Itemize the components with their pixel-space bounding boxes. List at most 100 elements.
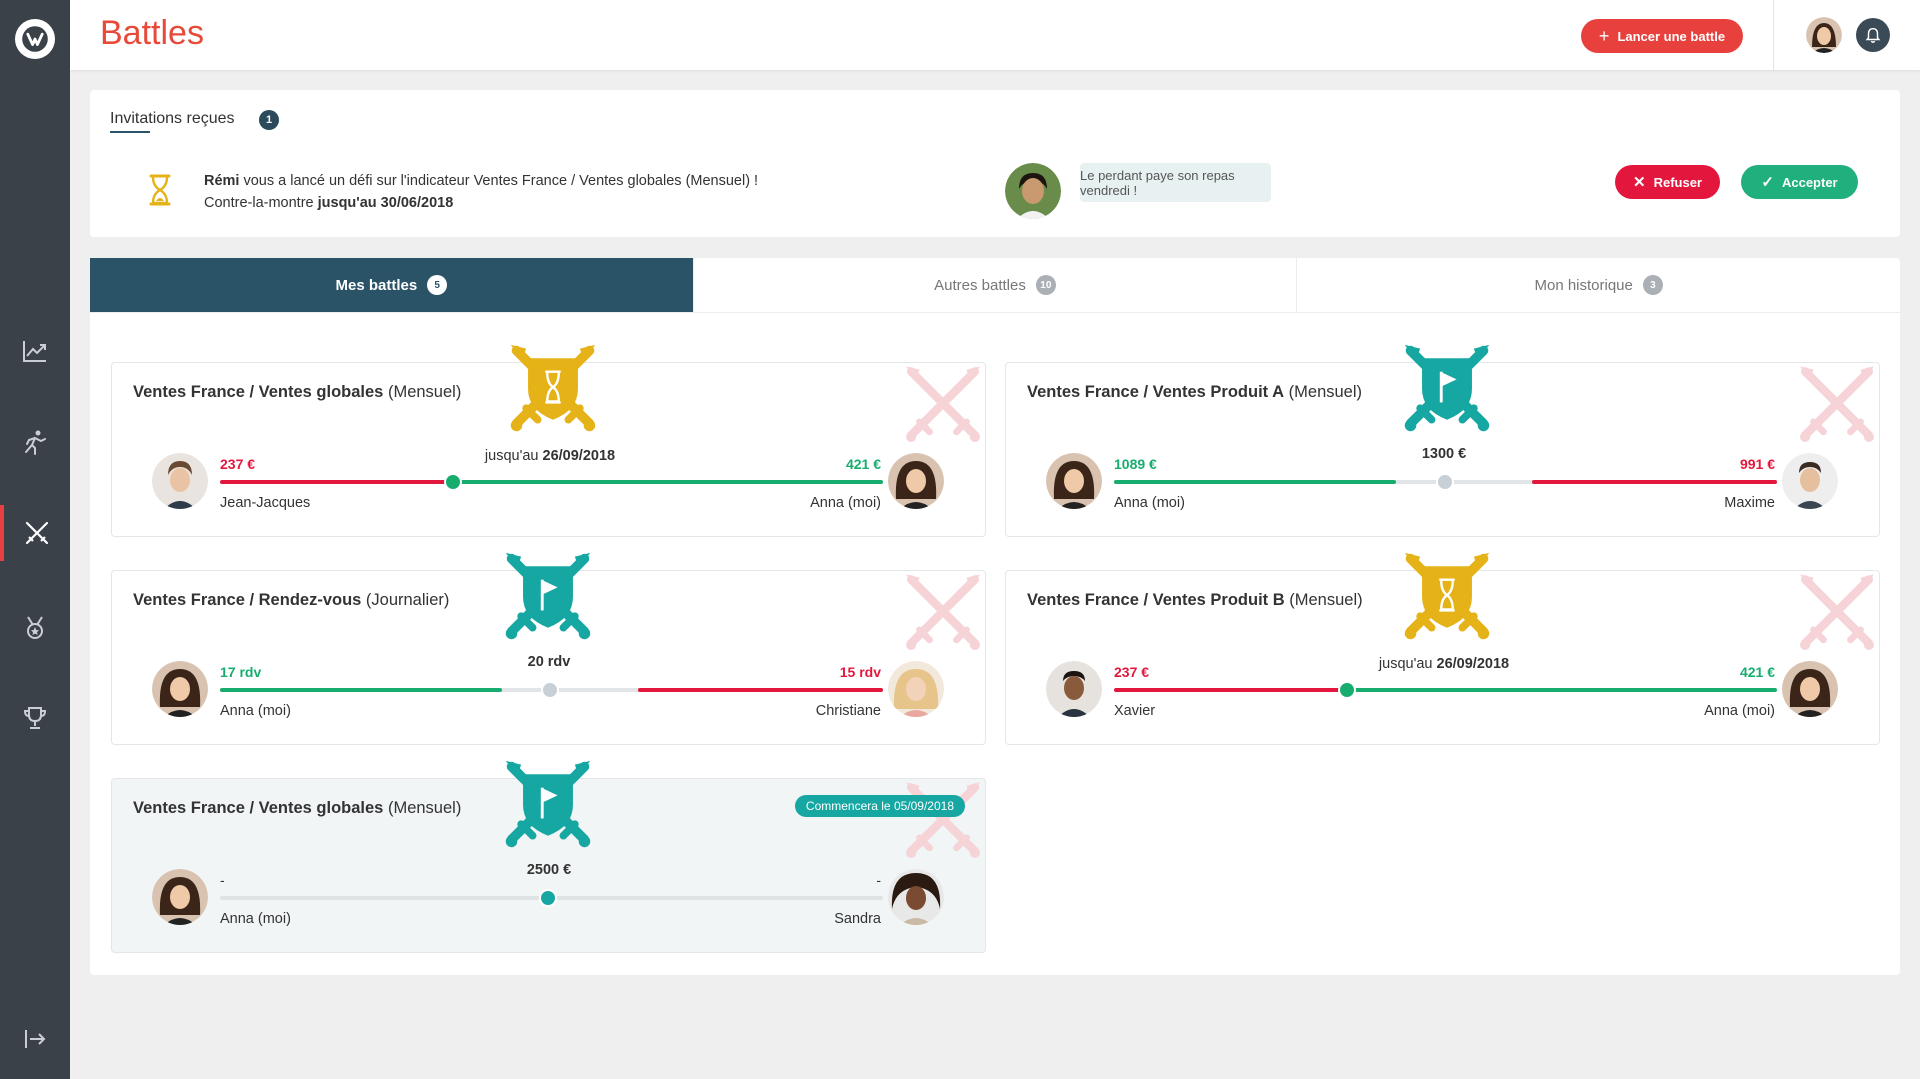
left-value: 17 rdv [220,664,262,680]
tab-count-badge: 3 [1642,275,1663,295]
battles-panel: Mes battles 5 Autres battles 10 Mon hist… [90,258,1900,975]
left-name: Xavier [1114,703,1156,719]
bell-icon [1865,27,1881,43]
accept-button[interactable]: ✓ Accepter [1741,165,1858,199]
battle-card[interactable]: Ventes France / Ventes Produit A (Mensue… [1005,362,1880,537]
sidebar-item-stats[interactable] [0,323,70,379]
left-value: 1089 € [1114,456,1157,472]
hourglass-badge-icon [505,341,601,437]
logo-icon [22,26,48,52]
right-name: Christiane [815,703,881,719]
progress-right [1347,688,1777,692]
accept-label: Accepter [1781,174,1838,190]
user-avatar[interactable] [1806,17,1842,53]
opponent-avatar [1782,453,1838,509]
progress-right [453,480,883,484]
battle-card[interactable]: Ventes France / Ventes Produit B (Mensue… [1005,570,1880,745]
sidebar-item-badges[interactable] [0,600,70,656]
tab-mon-historique[interactable]: Mon historique 3 [1296,258,1900,312]
progress-right [1532,480,1777,484]
swords-watermark-icon [1795,363,1879,447]
left-value: - [220,872,225,888]
notifications-button[interactable] [1856,18,1890,52]
right-value: 421 € [845,456,881,472]
battle-goal: 2500 € [526,862,572,878]
invitations-panel: Invitations reçues 1 Rémi vous a lancé u… [90,90,1900,237]
page-title: Battles [100,14,204,52]
opponent-avatar [888,869,944,925]
invitation-text: Rémi vous a lancé un défi sur l'indicate… [204,170,758,214]
right-value: 421 € [1739,664,1775,680]
swords-watermark-icon [901,571,985,655]
tab-mes-battles[interactable]: Mes battles 5 [90,258,693,312]
right-value: - [876,872,881,888]
plus-icon: + [1598,26,1610,46]
battle-goal: 1300 € [1421,446,1467,462]
battle-card[interactable]: Ventes France / Rendez-vous (Journalier)… [111,570,986,745]
invitations-count-badge: 1 [259,110,279,130]
right-name: Maxime [1724,495,1775,511]
battle-tabs: Mes battles 5 Autres battles 10 Mon hist… [90,258,1900,313]
invitations-underline [110,131,150,133]
battle-goal: jusqu'au 26/09/2018 [484,448,616,464]
invitation-message: Le perdant paye son repas vendredi ! [1080,163,1271,202]
invitation-sender: Rémi [204,173,240,189]
tab-count-badge: 5 [427,275,448,295]
invitations-title: Invitations reçues [110,110,235,127]
opponent-avatar [152,453,208,509]
launch-battle-button[interactable]: + Lancer une battle [1581,19,1743,53]
refuse-label: Refuser [1653,174,1702,190]
battle-title: Ventes France / Ventes Produit B (Mensue… [1027,591,1363,609]
self-avatar [152,661,208,717]
flag-badge-icon [500,549,596,645]
sender-avatar [1005,163,1061,219]
flag-badge-icon [500,757,596,853]
self-avatar [1046,453,1102,509]
battle-goal: jusqu'au 26/09/2018 [1378,656,1510,672]
trophy-icon [23,707,47,729]
battle-card[interactable]: Ventes France / Ventes globales (Mensuel… [111,362,986,537]
swords-watermark-icon [901,363,985,447]
left-value: 237 € [1114,664,1150,680]
left-name: Jean-Jacques [220,495,311,511]
battle-goal: 20 rdv [527,654,571,670]
medal-icon [27,616,43,639]
swords-watermark-icon [1795,571,1879,655]
goal-marker [541,681,559,699]
battle-title: Ventes France / Rendez-vous (Journalier) [133,591,450,609]
battle-title: Ventes France / Ventes globales (Mensuel… [133,799,462,817]
sidebar-item-trophies[interactable] [0,690,70,746]
sidebar-item-challenge[interactable] [0,414,70,470]
progress-marker [444,473,462,491]
check-icon: ✓ [1761,174,1774,191]
goal-marker [1436,473,1454,491]
crossed-swords-icon [25,521,49,545]
tab-label: Autres battles [934,276,1026,294]
battle-card-upcoming[interactable]: Ventes France / Ventes globales (Mensuel… [111,778,986,953]
left-name: Anna (moi) [220,911,291,927]
tab-count-badge: 10 [1035,275,1056,295]
runner-icon [25,430,46,455]
hourglass-icon [149,174,171,206]
progress-left [220,688,502,692]
self-avatar [888,453,944,509]
start-date-badge: Commencera le 05/09/2018 [794,795,965,817]
self-avatar [152,869,208,925]
left-name: Anna (moi) [1114,495,1185,511]
right-value: 15 rdv [839,664,881,680]
flag-badge-icon [1399,341,1495,437]
swords-watermark-icon [901,779,985,863]
sidebar-item-logout[interactable] [0,1011,70,1067]
sidebar-item-battles[interactable] [0,505,70,561]
progress-left [1114,688,1347,692]
chart-line-icon [23,341,46,362]
battle-title: Ventes France / Ventes Produit A (Mensue… [1027,383,1363,401]
right-name: Anna (moi) [1704,703,1775,719]
app-logo[interactable] [15,19,55,59]
close-icon: ✕ [1633,174,1646,191]
invitation-deadline: jusqu'au 30/06/2018 [317,195,454,211]
refuse-button[interactable]: ✕ Refuser [1615,165,1720,199]
tab-autres-battles[interactable]: Autres battles 10 [692,258,1297,312]
invitation-mode: Contre-la-montre [204,195,318,211]
self-avatar [1782,661,1838,717]
